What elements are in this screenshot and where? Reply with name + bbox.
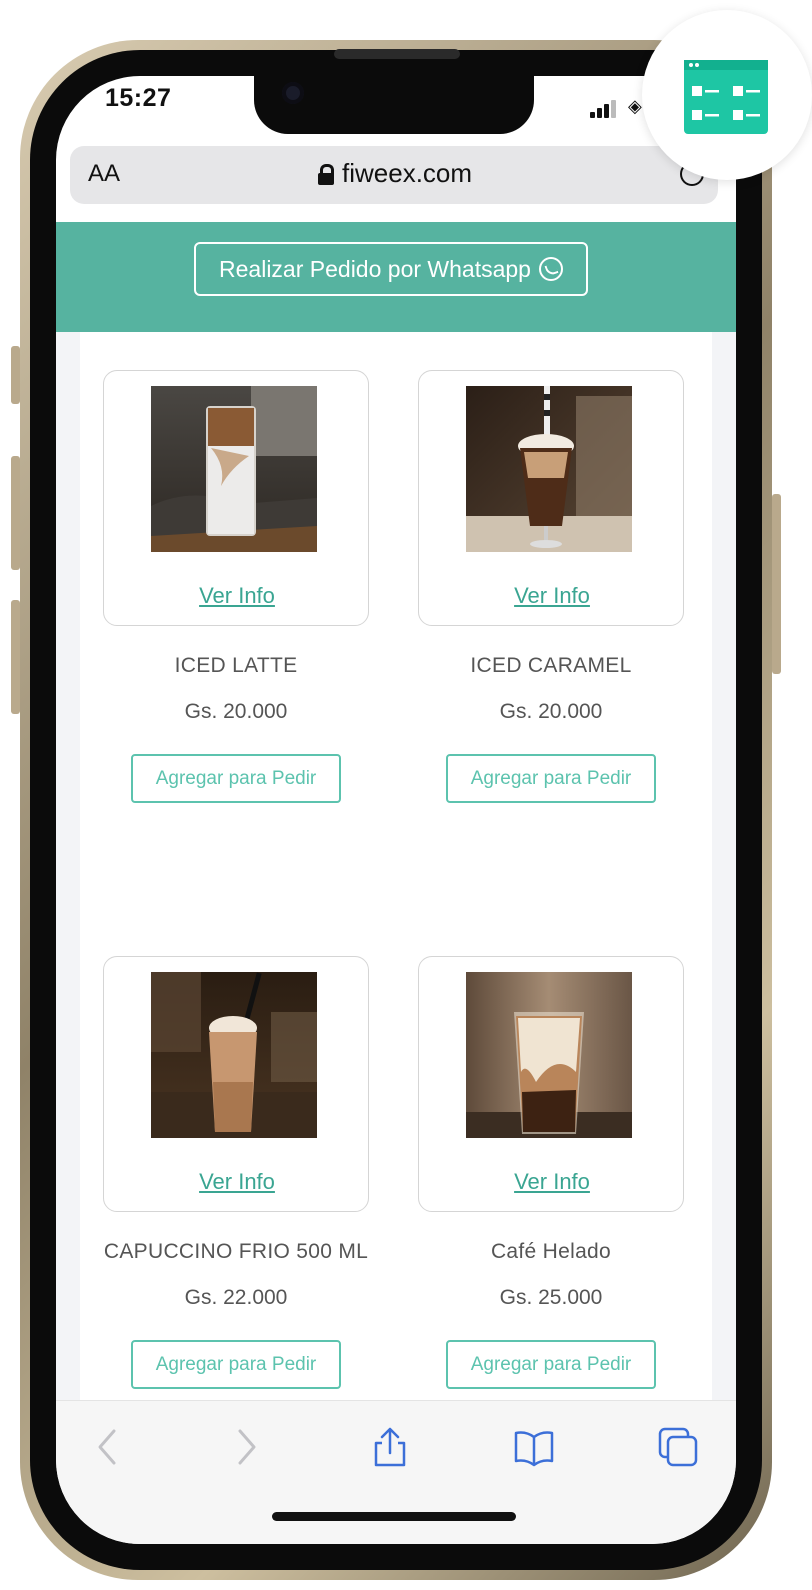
product-price: Gs. 20.000 <box>184 700 288 723</box>
product-item: Ver Info Café Helado Gs. 25.000 Agregar … <box>418 956 684 1389</box>
product-photo <box>466 386 632 552</box>
catalog-layout-icon <box>684 60 768 134</box>
product-price: Gs. 22.000 <box>184 1286 288 1309</box>
browser-toolbar <box>56 1400 736 1544</box>
product-name: ICED LATTE <box>174 654 298 677</box>
lock-icon <box>318 163 334 185</box>
power-button <box>772 494 781 674</box>
whatsapp-icon <box>538 257 563 281</box>
volume-down-button <box>11 600 20 714</box>
product-price: Gs. 20.000 <box>499 700 603 723</box>
app-badge <box>642 10 812 180</box>
product-card: Ver Info <box>418 370 684 626</box>
mute-switch <box>11 346 20 404</box>
whatsapp-order-button[interactable]: Realizar Pedido por Whatsapp <box>194 242 588 296</box>
add-to-order-button[interactable]: Agregar para Pedir <box>446 1340 656 1389</box>
signal-icon <box>590 100 624 118</box>
ver-info-link[interactable]: Ver Info <box>419 1169 685 1195</box>
product-item: Ver Info ICED LATTE Gs. 20.000 Agregar p… <box>103 370 369 803</box>
tabs-icon[interactable] <box>656 1425 700 1469</box>
add-to-order-button[interactable]: Agregar para Pedir <box>131 1340 341 1389</box>
home-indicator <box>272 1512 516 1521</box>
add-to-order-button[interactable]: Agregar para Pedir <box>131 754 341 803</box>
whatsapp-button-label: Realizar Pedido por Whatsapp <box>219 255 531 282</box>
ver-info-link[interactable]: Ver Info <box>104 1169 370 1195</box>
product-name: Café Helado <box>490 1240 612 1263</box>
ver-info-link[interactable]: Ver Info <box>419 583 685 609</box>
text-size-label: AA <box>88 160 121 187</box>
product-price: Gs. 25.000 <box>499 1286 603 1309</box>
text-size-button[interactable]: AA <box>88 160 120 188</box>
bookmarks-icon[interactable] <box>512 1425 556 1469</box>
ver-info-link[interactable]: Ver Info <box>104 583 370 609</box>
product-card: Ver Info <box>418 956 684 1212</box>
speaker-grille <box>334 49 460 59</box>
url-display[interactable]: fiweex.com <box>318 158 472 189</box>
back-icon[interactable] <box>86 1425 130 1469</box>
add-to-order-button[interactable]: Agregar para Pedir <box>446 754 656 803</box>
site-header: Realizar Pedido por Whatsapp <box>56 222 736 332</box>
product-name: CAPUCCINO FRIO 500 ML <box>103 1240 369 1263</box>
wifi-icon: ◈ <box>628 96 642 116</box>
product-grid: Ver Info ICED LATTE Gs. 20.000 Agregar p… <box>80 332 712 1422</box>
product-photo <box>151 972 317 1138</box>
address-bar[interactable]: AA fiweex.com <box>70 146 718 204</box>
product-list-area: Ver Info ICED LATTE Gs. 20.000 Agregar p… <box>56 332 736 1422</box>
front-camera <box>282 82 304 104</box>
product-item: Ver Info CAPUCCINO FRIO 500 ML Gs. 22.00… <box>103 956 369 1389</box>
forward-icon[interactable] <box>224 1425 268 1469</box>
product-card: Ver Info <box>103 370 369 626</box>
product-card: Ver Info <box>103 956 369 1212</box>
phone-screen: 15:27 ◈ AA fiweex.com Realizar Pedido po… <box>56 76 736 1544</box>
product-photo <box>466 972 632 1138</box>
product-photo <box>151 386 317 552</box>
share-icon[interactable] <box>368 1425 412 1469</box>
product-item: Ver Info ICED CARAMEL Gs. 20.000 Agregar… <box>418 370 684 803</box>
status-time: 15:27 <box>105 84 172 112</box>
product-name: ICED CARAMEL <box>470 654 632 677</box>
volume-up-button <box>11 456 20 570</box>
url-text: fiweex.com <box>342 158 473 188</box>
